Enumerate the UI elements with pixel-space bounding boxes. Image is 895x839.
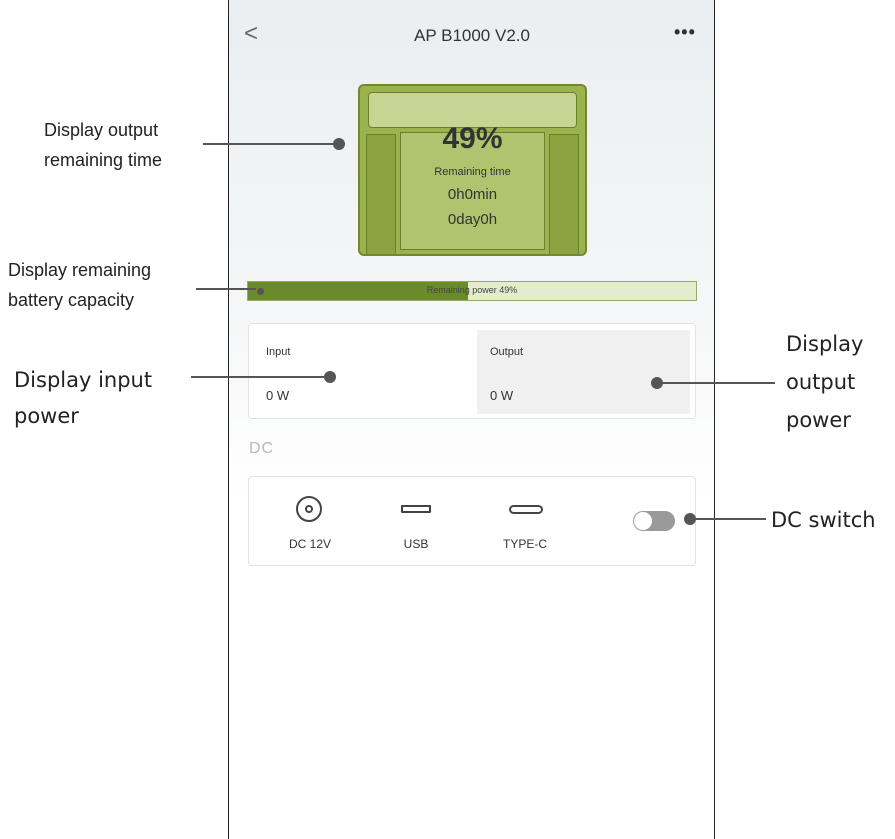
- annotation-leader-line: [196, 288, 256, 290]
- annotation-leader-line: [203, 143, 339, 145]
- annotation-battery-capacity-line2: battery capacity: [8, 290, 135, 310]
- annotation-dc-switch: DC switch: [771, 508, 876, 532]
- remaining-time-label: Remaining time: [434, 166, 511, 178]
- type-c-port-icon: [509, 505, 543, 514]
- annotation-battery-capacity-line1: Display remaining: [8, 260, 152, 280]
- annotation-pointer-dot: [684, 513, 696, 525]
- type-c-label: TYPE-C: [502, 537, 547, 551]
- annotation-pointer-dot: [333, 138, 345, 150]
- annotation-input-power-line1: Display input: [14, 368, 153, 392]
- remaining-power-bar: Remaining power 49%: [247, 281, 697, 301]
- annotation-remaining-time-line2: remaining time: [44, 150, 163, 170]
- more-options-icon[interactable]: •••: [674, 22, 696, 42]
- remaining-power-label: Remaining power 49%: [426, 285, 518, 295]
- back-icon[interactable]: <: [244, 22, 258, 46]
- dc-switch-toggle[interactable]: [633, 511, 675, 531]
- usb-label: USB: [403, 537, 429, 551]
- annotation-pointer-dot: [651, 377, 663, 389]
- page-title: AP B1000 V2.0: [414, 26, 530, 45]
- annotation-input-power-line2: power: [14, 404, 79, 428]
- input-label: Input: [266, 346, 291, 358]
- battery-percent: 49%: [442, 122, 503, 155]
- annotation-remaining-time-line1: Display output: [44, 120, 159, 140]
- dc-section-title: DC: [249, 440, 275, 457]
- annotation-pointer-dot: [324, 371, 336, 383]
- remaining-time-minutes: 0h0min: [447, 186, 498, 203]
- dc-card: [248, 476, 696, 566]
- annotation-output-power-line3: power: [786, 408, 851, 432]
- dc-12v-port-icon: [296, 496, 322, 522]
- output-label: Output: [490, 346, 524, 358]
- usb-port-icon: [401, 505, 431, 513]
- annotation-output-power-line2: output: [786, 370, 856, 394]
- annotation-output-power-line1: Display: [786, 332, 864, 356]
- annotation-leader-line: [690, 518, 766, 520]
- remaining-time-days: 0day0h: [447, 211, 498, 228]
- output-value: 0 W: [490, 388, 514, 403]
- annotation-leader-line: [657, 382, 775, 384]
- dc-12v-label: DC 12V: [288, 537, 332, 551]
- toggle-knob: [634, 512, 652, 530]
- annotation-leader-line: [191, 376, 331, 378]
- input-value: 0 W: [266, 388, 290, 403]
